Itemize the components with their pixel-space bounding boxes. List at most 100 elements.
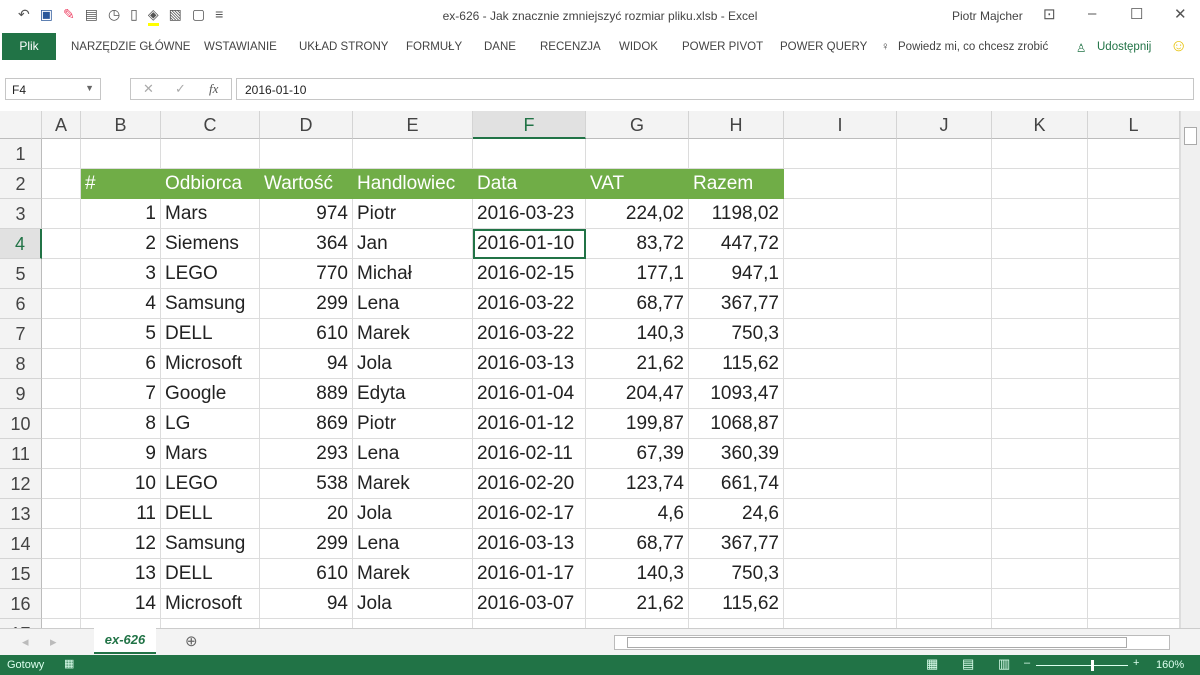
cell-I3[interactable] xyxy=(784,199,897,229)
cell-B5[interactable]: 3 xyxy=(81,259,161,289)
cell-G2[interactable]: VAT xyxy=(586,169,689,199)
row-header-17[interactable]: 17 xyxy=(0,619,42,628)
cell-D8[interactable]: 94 xyxy=(260,349,353,379)
cell-D4[interactable]: 364 xyxy=(260,229,353,259)
column-header-H[interactable]: H xyxy=(689,111,784,139)
row-header-16[interactable]: 16 xyxy=(0,589,42,619)
cell-H9[interactable]: 1093,47 xyxy=(689,379,784,409)
cell-F10[interactable]: 2016-01-12 xyxy=(473,409,586,439)
zoom-slider-thumb[interactable] xyxy=(1091,660,1095,671)
cell-C14[interactable]: Samsung xyxy=(161,529,260,559)
cell-B10[interactable]: 8 xyxy=(81,409,161,439)
cell-B12[interactable]: 10 xyxy=(81,469,161,499)
cell-H13[interactable]: 24,6 xyxy=(689,499,784,529)
cell-E17[interactable] xyxy=(353,619,473,628)
cell-D12[interactable]: 538 xyxy=(260,469,353,499)
cell-D9[interactable]: 889 xyxy=(260,379,353,409)
cell-I2[interactable] xyxy=(784,169,897,199)
cell-C9[interactable]: Google xyxy=(161,379,260,409)
cell-J14[interactable] xyxy=(897,529,992,559)
cell-D13[interactable]: 20 xyxy=(260,499,353,529)
cell-G17[interactable] xyxy=(586,619,689,628)
close-button[interactable]: ✕ xyxy=(1174,5,1187,23)
select-all-corner[interactable] xyxy=(0,111,42,139)
cell-K7[interactable] xyxy=(992,319,1088,349)
cell-J2[interactable] xyxy=(897,169,992,199)
cell-H16[interactable]: 115,62 xyxy=(689,589,784,619)
cell-H3[interactable]: 1198,02 xyxy=(689,199,784,229)
column-header-C[interactable]: C xyxy=(161,111,260,139)
cell-L7[interactable] xyxy=(1088,319,1180,349)
cell-E14[interactable]: Lena xyxy=(353,529,473,559)
cell-A3[interactable] xyxy=(42,199,81,229)
cell-A1[interactable] xyxy=(42,139,81,169)
cell-G15[interactable]: 140,3 xyxy=(586,559,689,589)
sheet-tab[interactable]: ex-626 xyxy=(94,628,156,654)
cell-L10[interactable] xyxy=(1088,409,1180,439)
cell-H7[interactable]: 750,3 xyxy=(689,319,784,349)
chevron-down-icon[interactable]: ▼ xyxy=(85,83,94,93)
cell-C8[interactable]: Microsoft xyxy=(161,349,260,379)
cell-C15[interactable]: DELL xyxy=(161,559,260,589)
cell-H11[interactable]: 360,39 xyxy=(689,439,784,469)
cell-H10[interactable]: 1068,87 xyxy=(689,409,784,439)
cell-D7[interactable]: 610 xyxy=(260,319,353,349)
cell-J10[interactable] xyxy=(897,409,992,439)
cell-A16[interactable] xyxy=(42,589,81,619)
cell-L6[interactable] xyxy=(1088,289,1180,319)
column-header-G[interactable]: G xyxy=(586,111,689,139)
cell-G16[interactable]: 21,62 xyxy=(586,589,689,619)
cell-K9[interactable] xyxy=(992,379,1088,409)
formula-input[interactable]: 2016-01-10 xyxy=(236,78,1194,100)
tab-view[interactable]: WIDOK xyxy=(619,41,658,53)
cell-E11[interactable]: Lena xyxy=(353,439,473,469)
cell-E9[interactable]: Edyta xyxy=(353,379,473,409)
cell-C11[interactable]: Mars xyxy=(161,439,260,469)
prev-sheet-icon[interactable]: ◂ xyxy=(22,634,29,650)
page-break-view-icon[interactable]: ▥ xyxy=(998,656,1010,672)
cell-F9[interactable]: 2016-01-04 xyxy=(473,379,586,409)
cell-H2[interactable]: Razem xyxy=(689,169,784,199)
cell-F8[interactable]: 2016-03-13 xyxy=(473,349,586,379)
cell-C4[interactable]: Siemens xyxy=(161,229,260,259)
cell-K8[interactable] xyxy=(992,349,1088,379)
cell-L17[interactable] xyxy=(1088,619,1180,628)
cell-B14[interactable]: 12 xyxy=(81,529,161,559)
cell-K3[interactable] xyxy=(992,199,1088,229)
cell-I7[interactable] xyxy=(784,319,897,349)
insert-function-icon[interactable]: fx xyxy=(209,81,218,97)
cell-I17[interactable] xyxy=(784,619,897,628)
cell-J13[interactable] xyxy=(897,499,992,529)
cell-E6[interactable]: Lena xyxy=(353,289,473,319)
row-header-15[interactable]: 15 xyxy=(0,559,42,589)
cell-F13[interactable]: 2016-02-17 xyxy=(473,499,586,529)
cancel-icon[interactable]: ✕ xyxy=(143,81,154,97)
zoom-level[interactable]: 160% xyxy=(1156,659,1184,671)
cell-A15[interactable] xyxy=(42,559,81,589)
cell-F3[interactable]: 2016-03-23 xyxy=(473,199,586,229)
cell-I16[interactable] xyxy=(784,589,897,619)
cell-K15[interactable] xyxy=(992,559,1088,589)
cell-D17[interactable] xyxy=(260,619,353,628)
cell-F2[interactable]: Data xyxy=(473,169,586,199)
cell-K1[interactable] xyxy=(992,139,1088,169)
cell-C13[interactable]: DELL xyxy=(161,499,260,529)
row-header-3[interactable]: 3 xyxy=(0,199,42,229)
cell-D14[interactable]: 299 xyxy=(260,529,353,559)
cell-L9[interactable] xyxy=(1088,379,1180,409)
cell-K10[interactable] xyxy=(992,409,1088,439)
row-header-8[interactable]: 8 xyxy=(0,349,42,379)
cell-C2[interactable]: Odbiorca xyxy=(161,169,260,199)
add-sheet-icon[interactable]: ⊕ xyxy=(185,632,198,650)
cell-L5[interactable] xyxy=(1088,259,1180,289)
smiley-icon[interactable]: ☺ xyxy=(1170,36,1187,56)
cell-H8[interactable]: 115,62 xyxy=(689,349,784,379)
cell-H4[interactable]: 447,72 xyxy=(689,229,784,259)
row-header-12[interactable]: 12 xyxy=(0,469,42,499)
cell-H5[interactable]: 947,1 xyxy=(689,259,784,289)
row-header-7[interactable]: 7 xyxy=(0,319,42,349)
cell-E10[interactable]: Piotr xyxy=(353,409,473,439)
cell-E7[interactable]: Marek xyxy=(353,319,473,349)
cell-F15[interactable]: 2016-01-17 xyxy=(473,559,586,589)
cell-L16[interactable] xyxy=(1088,589,1180,619)
